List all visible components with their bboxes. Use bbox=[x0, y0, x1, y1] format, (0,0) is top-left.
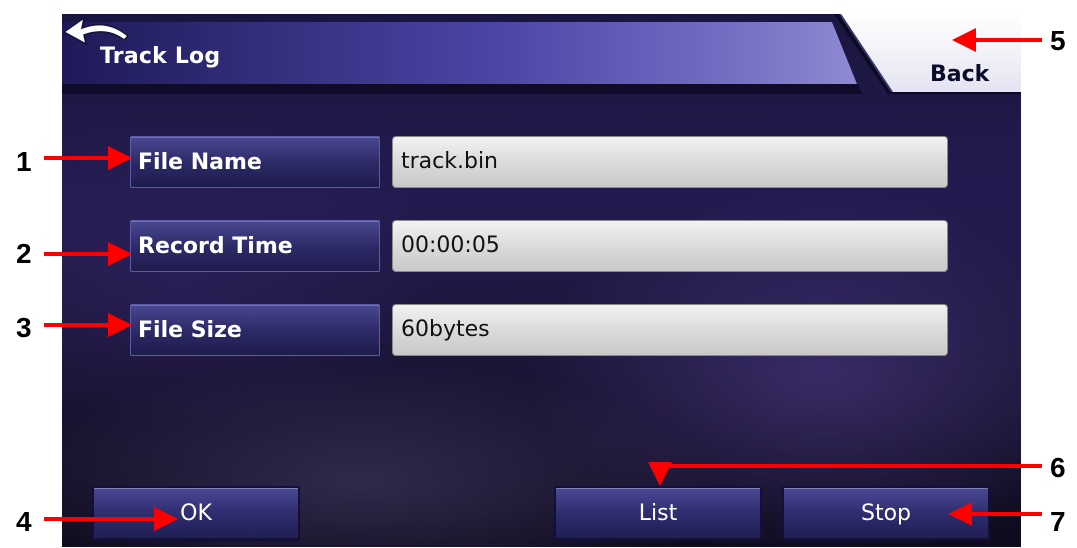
file-size-label: File Size bbox=[130, 304, 380, 356]
file-name-label: File Name bbox=[130, 136, 380, 188]
file-name-value: track.bin bbox=[392, 136, 948, 188]
callout-number: 6 bbox=[1050, 452, 1066, 483]
stop-button[interactable]: Stop bbox=[782, 486, 990, 541]
device-screen: Track Log Back File Name track.bin Recor… bbox=[62, 14, 1021, 547]
callout-number: 7 bbox=[1050, 506, 1066, 537]
callout-number: 1 bbox=[16, 146, 32, 177]
record-time-label: Record Time bbox=[130, 220, 380, 272]
callout-number: 4 bbox=[16, 506, 32, 537]
back-label: Back bbox=[930, 62, 990, 87]
file-size-value: 60bytes bbox=[392, 304, 948, 356]
callout-number: 2 bbox=[16, 238, 32, 269]
back-arrow-icon bbox=[62, 16, 130, 46]
callout-number: 3 bbox=[16, 312, 32, 343]
callout-number: 5 bbox=[1050, 25, 1066, 56]
record-time-value: 00:00:05 bbox=[392, 220, 948, 272]
ok-button[interactable]: OK bbox=[92, 486, 300, 541]
list-button[interactable]: List bbox=[554, 486, 762, 541]
title-bar: Track Log Back bbox=[62, 14, 1021, 94]
